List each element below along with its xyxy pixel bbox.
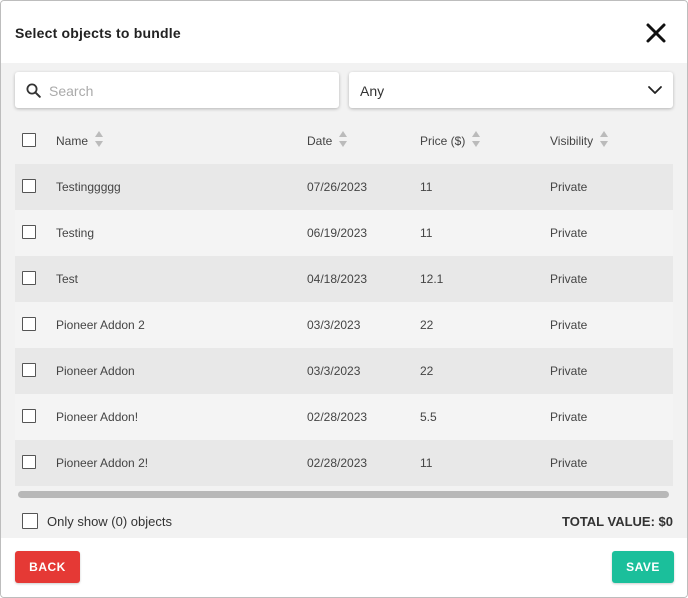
filter-selected-value: Any <box>360 83 385 99</box>
cell-name: Test <box>56 272 79 286</box>
row-checkbox[interactable] <box>22 271 36 285</box>
table-row[interactable]: Pioneer Addon! 02/28/2023 5.5 Private <box>15 394 673 440</box>
sort-icon <box>472 130 481 151</box>
sort-icon <box>339 130 348 151</box>
column-header-label: Visibility <box>550 134 594 149</box>
cell-price: 22 <box>420 364 434 378</box>
sort-icon <box>95 130 104 151</box>
cell-price: 11 <box>420 226 433 240</box>
save-button[interactable]: SAVE <box>612 551 674 583</box>
cell-price: 11 <box>420 180 433 194</box>
back-button[interactable]: BACK <box>15 551 80 583</box>
cell-date: 07/26/2023 <box>307 180 368 194</box>
row-checkbox[interactable] <box>22 179 36 193</box>
row-checkbox[interactable] <box>22 455 36 469</box>
cell-name: Pioneer Addon <box>56 364 135 378</box>
close-icon <box>646 23 666 43</box>
row-checkbox[interactable] <box>22 225 36 239</box>
sort-icon <box>600 130 609 151</box>
cell-visibility: Private <box>550 180 588 194</box>
dialog-title: Select objects to bundle <box>15 25 181 41</box>
horizontal-scrollbar[interactable] <box>18 491 669 498</box>
select-all-checkbox[interactable] <box>22 133 36 147</box>
cell-visibility: Private <box>550 226 588 240</box>
row-checkbox[interactable] <box>22 409 36 423</box>
search-icon <box>26 83 41 98</box>
cell-name: Testinggggg <box>56 180 121 194</box>
cell-price: 22 <box>420 318 434 332</box>
chevron-down-icon <box>648 86 662 94</box>
cell-date: 02/28/2023 <box>307 410 368 424</box>
cell-date: 02/28/2023 <box>307 456 368 470</box>
column-header-label: Name <box>56 134 89 149</box>
close-button[interactable] <box>643 20 669 46</box>
column-header-price[interactable]: Price ($) <box>420 130 481 151</box>
table-row[interactable]: Test 04/18/2023 12.1 Private <box>15 256 673 302</box>
cell-name: Pioneer Addon! <box>56 410 139 424</box>
column-header-name[interactable]: Name <box>56 130 104 151</box>
cell-date: 04/18/2023 <box>307 272 368 286</box>
column-header-visibility[interactable]: Visibility <box>550 130 609 151</box>
only-show-label: Only show (0) objects <box>47 514 172 529</box>
cell-date: 06/19/2023 <box>307 226 368 240</box>
objects-table: Name Date Price ($) Visibility Testinggg… <box>15 118 673 488</box>
search-input[interactable] <box>47 72 331 110</box>
table-row[interactable]: Pioneer Addon 2 03/3/2023 22 Private <box>15 302 673 348</box>
cell-price: 12.1 <box>420 272 444 286</box>
table-row[interactable]: Pioneer Addon 03/3/2023 22 Private <box>15 348 673 394</box>
total-value: TOTAL VALUE: $0 <box>562 514 673 529</box>
search-box <box>15 72 339 110</box>
cell-name: Pioneer Addon 2 <box>56 318 145 332</box>
table-row[interactable]: Testinggggg 07/26/2023 11 Private <box>15 164 673 210</box>
cell-price: 5.5 <box>420 410 437 424</box>
dialog-footer: BACK SAVE <box>1 538 687 597</box>
column-header-date[interactable]: Date <box>307 130 348 151</box>
column-header-label: Price ($) <box>420 134 466 149</box>
cell-date: 03/3/2023 <box>307 318 361 332</box>
cell-name: Pioneer Addon 2! <box>56 456 149 470</box>
cell-date: 03/3/2023 <box>307 364 361 378</box>
cell-visibility: Private <box>550 410 588 424</box>
cell-name: Testing <box>56 226 95 240</box>
visibility-filter-select[interactable]: Any <box>349 72 673 108</box>
table-row[interactable]: Pioneer Addon 2! 02/28/2023 11 Private <box>15 440 673 486</box>
cell-visibility: Private <box>550 272 588 286</box>
row-checkbox[interactable] <box>22 317 36 331</box>
only-show-checkbox[interactable] <box>22 513 38 529</box>
cell-price: 11 <box>420 456 433 470</box>
bundle-dialog: Select objects to bundle Any Name Date <box>0 0 688 598</box>
cell-visibility: Private <box>550 456 588 470</box>
dialog-header: Select objects to bundle <box>1 1 687 63</box>
table-row[interactable]: Testing 06/19/2023 11 Private <box>15 210 673 256</box>
cell-visibility: Private <box>550 364 588 378</box>
column-header-label: Date <box>307 134 333 149</box>
table-header: Name Date Price ($) Visibility <box>15 118 673 164</box>
row-checkbox[interactable] <box>22 363 36 377</box>
cell-visibility: Private <box>550 318 588 332</box>
